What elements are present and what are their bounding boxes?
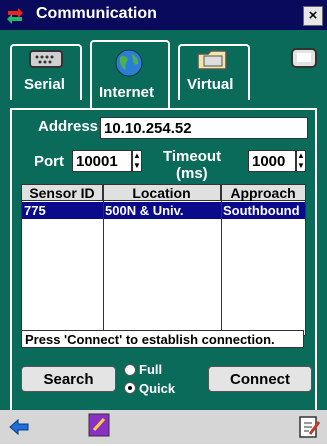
notes-icon[interactable] (86, 412, 112, 438)
column-header-approach[interactable]: Approach (221, 185, 305, 201)
column-divider (221, 185, 222, 335)
address-input[interactable]: 10.10.254.52 (100, 117, 308, 139)
cell-approach[interactable]: Southbound (221, 202, 300, 219)
tab-virtual-label: Virtual (187, 76, 234, 93)
title-bar: Communication × (0, 0, 327, 30)
radio-full[interactable] (124, 364, 136, 376)
column-header-location[interactable]: Location (103, 185, 221, 201)
tab-serial[interactable]: Serial (10, 44, 82, 100)
address-label: Address (38, 118, 99, 135)
cell-location[interactable]: 500N & Univ. (103, 202, 184, 219)
radio-quick-label[interactable]: Quick (139, 381, 175, 396)
serial-port-icon (29, 50, 63, 68)
radio-quick[interactable] (124, 382, 136, 394)
port-down-icon[interactable]: ▼ (133, 161, 141, 171)
status-message: Press 'Connect' to establish connection. (21, 330, 304, 348)
timeout-stepper[interactable]: ▲ ▼ (296, 150, 306, 172)
timeout-up-icon[interactable]: ▲ (297, 151, 305, 161)
communication-window: Communication × Serial Internet Virtual (0, 0, 327, 446)
window-title: Communication (36, 5, 157, 22)
sensor-table[interactable]: Sensor ID Location Approach 775 500N & U… (21, 184, 306, 336)
column-divider (103, 185, 104, 335)
device-icon[interactable] (290, 46, 320, 70)
timeout-down-icon[interactable]: ▼ (297, 161, 305, 171)
port-stepper[interactable]: ▲ ▼ (132, 150, 142, 172)
cell-sensor-id[interactable]: 775 (22, 202, 46, 219)
bottom-toolbar (0, 410, 327, 444)
port-label: Port (34, 153, 64, 170)
port-input[interactable]: 10001 (72, 150, 132, 172)
timeout-input[interactable]: 1000 (248, 150, 296, 172)
back-arrow-icon[interactable] (6, 414, 32, 440)
search-button[interactable]: Search (21, 366, 116, 392)
tab-internet-label: Internet (99, 84, 155, 101)
port-up-icon[interactable]: ▲ (133, 151, 141, 161)
close-button[interactable]: × (303, 6, 323, 26)
globe-icon (115, 49, 143, 77)
timeout-unit: (ms) (176, 165, 208, 182)
tab-internet[interactable]: Internet (90, 40, 170, 110)
column-header-sensor-id[interactable]: Sensor ID (22, 185, 103, 201)
tab-serial-label: Serial (24, 76, 65, 93)
tab-virtual[interactable]: Virtual (178, 44, 250, 100)
arrows-exchange-icon (5, 5, 25, 25)
timeout-label: Timeout (163, 148, 222, 165)
folder-icon (197, 50, 227, 70)
edit-document-icon[interactable] (296, 414, 322, 440)
connect-button[interactable]: Connect (208, 366, 312, 392)
radio-full-label[interactable]: Full (139, 362, 162, 377)
